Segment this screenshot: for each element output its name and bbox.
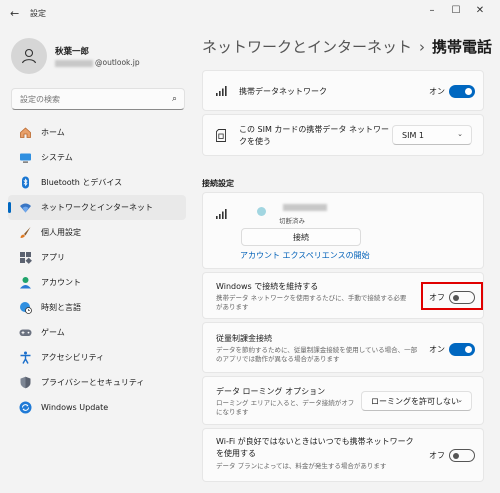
page-title: 携帯電話 (432, 38, 493, 56)
title-bar: ← 設定 – ☐ ✕ (0, 0, 500, 26)
sidebar-item-label: Bluetooth とデバイス (41, 178, 123, 187)
sidebar-item-bluetooth[interactable]: Bluetooth とデバイス (8, 170, 186, 195)
search-input[interactable] (12, 89, 162, 109)
roaming-label: データ ローミング オプション (216, 387, 326, 396)
connect-button[interactable]: 接続 (241, 228, 361, 246)
metered-label: 従量制課金接続 (216, 334, 272, 343)
chevron-down-icon: ⌄ (457, 396, 463, 404)
close-icon[interactable]: ✕ (470, 4, 490, 18)
cellular-data-toggle[interactable] (449, 85, 475, 98)
sidebar-item-label: システム (41, 153, 73, 162)
sidebar-item-apps[interactable]: アプリ (8, 245, 186, 270)
sidebar-item-label: 時刻と言語 (41, 303, 81, 312)
sidebar-item-label: アカウント (41, 278, 81, 287)
chevron-down-icon: ⌄ (457, 130, 463, 138)
maximize-icon[interactable]: ☐ (446, 4, 466, 18)
roaming-description: ローミング エリアに入ると、データ接続がオフになります (216, 399, 355, 416)
sidebar-item-network[interactable]: ネットワークとインターネット (8, 195, 186, 220)
wifi-fallback-card: Wi-Fi が良好ではないときはいつでも携帯ネットワークを使用する データ プラ… (202, 428, 484, 482)
wifi-fallback-state: オフ (429, 451, 445, 460)
wifi-fallback-label: Wi-Fi が良好ではないときはいつでも携帯ネットワークを使用する (216, 437, 414, 458)
signal-bars-icon (216, 85, 228, 99)
sidebar-item-label: ゲーム (41, 328, 65, 337)
breadcrumb: ネットワークとインターネット › 携帯電話 (202, 36, 492, 57)
sidebar-item-label: アクセシビリティ (41, 353, 105, 362)
sidebar-item-time-language[interactable]: 時刻と言語 (8, 295, 186, 320)
system-icon (18, 151, 32, 165)
search-icon[interactable]: ⌕ (172, 94, 177, 104)
connection-card: 切断済み 接続 アカウント エクスペリエンスの開始 (202, 192, 484, 269)
connection-status: 切断済み (279, 217, 305, 225)
sim-select-card: この SIM カードの携帯データ ネットワークを使う SIM 1 ⌄ (202, 114, 484, 156)
sidebar-item-windows-update[interactable]: Windows Update (8, 395, 186, 420)
wifi-fallback-toggle[interactable] (449, 449, 475, 462)
app-title: 設定 (30, 9, 46, 18)
sidebar-item-home[interactable]: ホーム (8, 120, 186, 145)
roaming-dropdown-value: ローミングを許可しない (371, 396, 459, 406)
person-icon (21, 48, 37, 64)
shield-icon (18, 376, 32, 390)
sidebar-item-personalization[interactable]: 個人用設定 (8, 220, 186, 245)
signal-bars-icon (216, 208, 228, 222)
sidebar-item-label: ネットワークとインターネット (41, 203, 153, 212)
sidebar-item-privacy[interactable]: プライバシーとセキュリティ (8, 370, 186, 395)
sidebar-nav: ホーム システム Bluetooth とデバイス ネットワークとインターネット … (8, 120, 186, 420)
accessibility-icon (18, 351, 32, 365)
profile-email: @outlook.jp (55, 58, 140, 67)
sidebar-item-gaming[interactable]: ゲーム (8, 320, 186, 345)
wifi-fallback-description: データ プランによっては、料金が発生する場合があります (216, 462, 387, 470)
metered-description: データを節約するために、従量制課金接続を使用している場合、一部のアプリでは動作が… (216, 346, 418, 363)
sidebar-item-accessibility[interactable]: アクセシビリティ (8, 345, 186, 370)
sidebar-item-accounts[interactable]: アカウント (8, 270, 186, 295)
metered-card: 従量制課金接続 データを節約するために、従量制課金接続を使用している場合、一部の… (202, 322, 484, 373)
sidebar-item-label: Windows Update (41, 403, 109, 412)
keep-connected-label: Windows で接続を維持する (216, 282, 319, 291)
metered-toggle[interactable] (449, 343, 475, 356)
wifi-icon (18, 201, 32, 215)
sim-card-icon (216, 129, 226, 145)
breadcrumb-separator: › (419, 38, 426, 56)
update-icon (18, 401, 32, 415)
sidebar-item-label: ホーム (41, 128, 65, 137)
sidebar-item-label: アプリ (41, 253, 65, 262)
sim-select-label: この SIM カードの携帯データ ネットワークを使う (239, 125, 389, 146)
cellular-data-label: 携帯データネットワーク (239, 87, 327, 96)
sidebar-item-system[interactable]: システム (8, 145, 186, 170)
metered-state: オン (429, 345, 445, 354)
carrier-logo-icon (257, 207, 266, 216)
toggle-highlight-box (421, 282, 483, 310)
account-experience-link[interactable]: アカウント エクスペリエンスの開始 (240, 250, 370, 261)
redacted-carrier-name (283, 204, 327, 211)
roaming-dropdown[interactable]: ローミングを許可しない ⌄ (361, 391, 472, 411)
sidebar-item-label: プライバシーとセキュリティ (41, 378, 145, 387)
cellular-data-state: オン (429, 87, 445, 96)
search-box[interactable]: ⌕ (11, 88, 185, 110)
email-suffix: @outlook.jp (95, 58, 140, 67)
sim-dropdown-value: SIM 1 (402, 130, 424, 140)
minimize-icon[interactable]: – (422, 4, 442, 18)
globe-clock-icon (18, 301, 32, 315)
sim-dropdown[interactable]: SIM 1 ⌄ (392, 125, 472, 145)
breadcrumb-parent[interactable]: ネットワークとインターネット (202, 38, 412, 56)
home-icon (18, 126, 32, 140)
profile-name: 秋葉一郎 (55, 47, 90, 57)
back-arrow-icon[interactable]: ← (10, 7, 19, 20)
sidebar-item-label: 個人用設定 (41, 228, 81, 237)
keep-connected-description: 携帯データ ネットワークを使用するたびに、手動で接続する必要があります (216, 294, 407, 311)
avatar[interactable] (11, 38, 47, 74)
roaming-card: データ ローミング オプション ローミング エリアに入ると、データ接続がオフにな… (202, 376, 484, 425)
connection-settings-heading: 接続設定 (202, 179, 234, 188)
brush-icon (18, 226, 32, 240)
apps-icon (18, 251, 32, 265)
gamepad-icon (18, 326, 32, 340)
redacted-email-mask (55, 59, 93, 67)
bluetooth-icon (18, 176, 32, 190)
account-icon (18, 276, 32, 290)
cellular-data-card: 携帯データネットワーク オン (202, 70, 484, 111)
